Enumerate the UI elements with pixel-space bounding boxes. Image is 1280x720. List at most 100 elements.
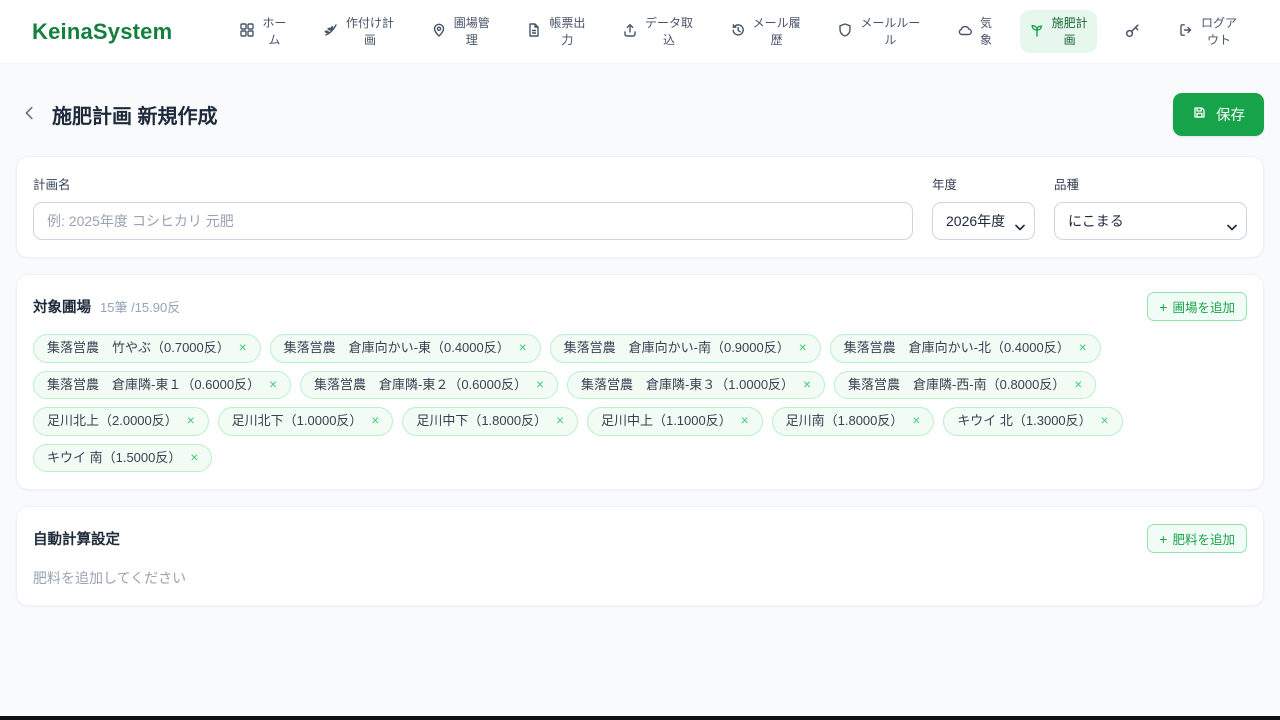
main-nav: ホー ム 作付け計 画 圃場管 理 帳票出 力 データ取 込 メール履 歴 メー… xyxy=(230,10,1246,53)
remove-field-icon[interactable]: × xyxy=(556,414,564,428)
field-tag: キウイ 北（1.3000反） × xyxy=(943,407,1123,436)
field-tag-label: 集落営農 倉庫向かい-東（0.4000反） xyxy=(283,340,510,355)
nav-item-field-management[interactable]: 圃場管 理 xyxy=(422,10,499,52)
nav-label: データ取 込 xyxy=(645,16,694,47)
nav-item-report-output[interactable]: 帳票出 力 xyxy=(517,10,594,52)
save-icon xyxy=(1192,105,1207,124)
main-content: 施肥計画 新規作成 保存 計画名 年度 2026年度 xyxy=(0,93,1280,607)
field-tag: 集落営農 倉庫向かい-北（0.4000反） × xyxy=(829,334,1101,363)
nav-label: 施肥計 画 xyxy=(1051,16,1088,47)
field-tag-label: 足川北上（2.0000反） xyxy=(47,413,178,429)
remove-field-icon[interactable]: × xyxy=(187,414,195,428)
field-tag: 足川北下（1.0000反） × xyxy=(217,407,394,436)
remove-field-icon[interactable]: × xyxy=(912,414,920,428)
target-fields-title: 対象圃場 xyxy=(33,300,91,316)
grid-icon xyxy=(239,22,255,41)
logout-icon xyxy=(1178,22,1194,41)
save-button[interactable]: 保存 xyxy=(1173,93,1264,136)
field-tag: 集落営農 倉庫向かい-南（0.9000反） × xyxy=(549,334,821,363)
variety-select[interactable]: にこまる xyxy=(1054,202,1247,240)
field-tag-label: 集落営農 竹やぶ（0.7000反） xyxy=(47,340,230,355)
auto-calc-title: 自動計算設定 xyxy=(33,532,120,549)
remove-field-icon[interactable]: × xyxy=(1101,414,1109,428)
nav-item-mail-rules[interactable]: メールルー ル xyxy=(828,10,929,52)
sprout-icon xyxy=(1029,22,1045,41)
field-tag-label: 集落営農 倉庫隣-西-南（0.8000反） xyxy=(847,376,1066,392)
field-tag: 足川中上（1.1000反） × xyxy=(586,407,763,436)
field-tag-label: 足川北下（1.0000反） xyxy=(231,413,363,429)
remove-field-icon[interactable]: × xyxy=(803,378,811,392)
nav-label: 圃場管 理 xyxy=(453,16,490,47)
remove-field-icon[interactable]: × xyxy=(239,341,247,355)
year-field-group: 年度 2026年度 xyxy=(932,174,1035,240)
plan-name-field-group: 計画名 xyxy=(33,174,913,240)
nav-item-password-key[interactable] xyxy=(1115,17,1150,47)
remove-field-icon[interactable]: × xyxy=(190,451,198,465)
add-fertilizer-button[interactable]: + 肥料を追加 xyxy=(1147,524,1247,554)
plus-icon: + xyxy=(1159,530,1168,547)
nav-label: 気 象 xyxy=(979,16,992,47)
document-icon xyxy=(526,22,542,41)
plan-name-input[interactable] xyxy=(33,202,913,240)
field-tag-label: 集落営農 倉庫隣-東２（0.6000反） xyxy=(313,376,528,392)
field-tag-label: 集落営農 倉庫向かい-南（0.9000反） xyxy=(563,340,790,355)
remove-field-icon[interactable]: × xyxy=(519,341,527,355)
map-pin-icon xyxy=(431,22,447,41)
variety-label: 品種 xyxy=(1054,178,1080,192)
year-select[interactable]: 2026年度 xyxy=(932,202,1035,240)
nav-label: 帳票出 力 xyxy=(549,16,586,47)
field-tag: 集落営農 倉庫向かい-東（0.4000反） × xyxy=(269,334,541,363)
nav-item-logout[interactable]: ログア ウト xyxy=(1169,10,1246,52)
field-tag-label: 足川中上（1.1000反） xyxy=(600,413,732,429)
add-field-button-label: 圃場を追加 xyxy=(1172,301,1235,315)
target-fields-count: 15筆 /15.90反 xyxy=(100,300,181,315)
remove-field-icon[interactable]: × xyxy=(741,414,749,428)
nav-item-home[interactable]: ホー ム xyxy=(230,10,295,52)
add-fertilizer-button-label: 肥料を追加 xyxy=(1172,533,1235,548)
top-nav-bar: KeinaSystem ホー ム 作付け計 画 圃場管 理 帳票出 力 データ取… xyxy=(0,0,1280,64)
plus-icon: + xyxy=(1159,298,1168,315)
field-tag-label: 集落営農 倉庫向かい-北（0.4000反） xyxy=(843,340,1070,355)
field-tag-label: キウイ 北（1.3000反） xyxy=(957,413,1092,429)
field-tag: 集落営農 倉庫隣-東３（1.0000反） × xyxy=(566,370,825,400)
back-button[interactable] xyxy=(16,101,44,129)
nav-item-data-import[interactable]: データ取 込 xyxy=(613,10,702,52)
nav-item-mail-history[interactable]: メール履 歴 xyxy=(721,10,810,52)
target-fields-card: 対象圃場 15筆 /15.90反 + 圃場を追加 集落営農 竹やぶ（0.7000… xyxy=(16,274,1264,491)
remove-field-icon[interactable]: × xyxy=(269,378,277,392)
field-tag: 集落営農 倉庫隣-西-南（0.8000反） × xyxy=(833,370,1097,400)
field-tag-label: 足川南（1.8000反） xyxy=(785,413,904,429)
remove-field-icon[interactable]: × xyxy=(1074,378,1082,392)
nav-item-fertilization-plan[interactable]: 施肥計 画 xyxy=(1019,10,1097,53)
field-tag-label: 集落営農 倉庫隣-東３（1.0000反） xyxy=(580,376,795,392)
app-logo: KeinaSystem xyxy=(32,18,173,44)
plan-name-label: 計画名 xyxy=(33,178,71,192)
nav-label: メールルー ル xyxy=(860,16,921,47)
field-tag: キウイ 南（1.5000反） × xyxy=(33,443,213,473)
shield-icon xyxy=(837,22,853,41)
history-icon xyxy=(730,22,746,41)
upload-icon xyxy=(622,22,638,41)
nav-item-weather[interactable]: 気 象 xyxy=(948,10,1001,52)
wheat-icon xyxy=(323,22,339,41)
remove-field-icon[interactable]: × xyxy=(536,378,544,392)
auto-calc-card: 自動計算設定 + 肥料を追加 肥料を追加してください xyxy=(16,506,1264,607)
remove-field-icon[interactable]: × xyxy=(799,341,807,355)
field-tag: 集落営農 倉庫隣-東１（0.6000反） × xyxy=(33,370,291,400)
title-row: 施肥計画 新規作成 保存 xyxy=(16,93,1264,136)
year-label: 年度 xyxy=(932,178,958,192)
nav-item-planting-plan[interactable]: 作付け計 画 xyxy=(314,10,403,52)
remove-field-icon[interactable]: × xyxy=(1079,341,1087,355)
nav-label: メール履 歴 xyxy=(752,16,801,47)
key-icon xyxy=(1124,22,1141,42)
cloud-icon xyxy=(957,22,973,41)
plan-form-card: 計画名 年度 2026年度 品種 にこま xyxy=(16,156,1264,258)
add-field-button[interactable]: + 圃場を追加 xyxy=(1147,292,1247,321)
page-title: 施肥計画 新規作成 xyxy=(52,106,218,128)
field-tag: 集落営農 倉庫隣-東２（0.6000反） × xyxy=(299,370,558,400)
nav-label: 作付け計 画 xyxy=(346,16,395,47)
remove-field-icon[interactable]: × xyxy=(371,414,379,428)
field-tag: 集落営農 竹やぶ（0.7000反） × xyxy=(33,334,261,363)
variety-field-group: 品種 にこまる xyxy=(1054,174,1247,240)
field-tag: 足川南（1.8000反） × xyxy=(771,407,935,436)
